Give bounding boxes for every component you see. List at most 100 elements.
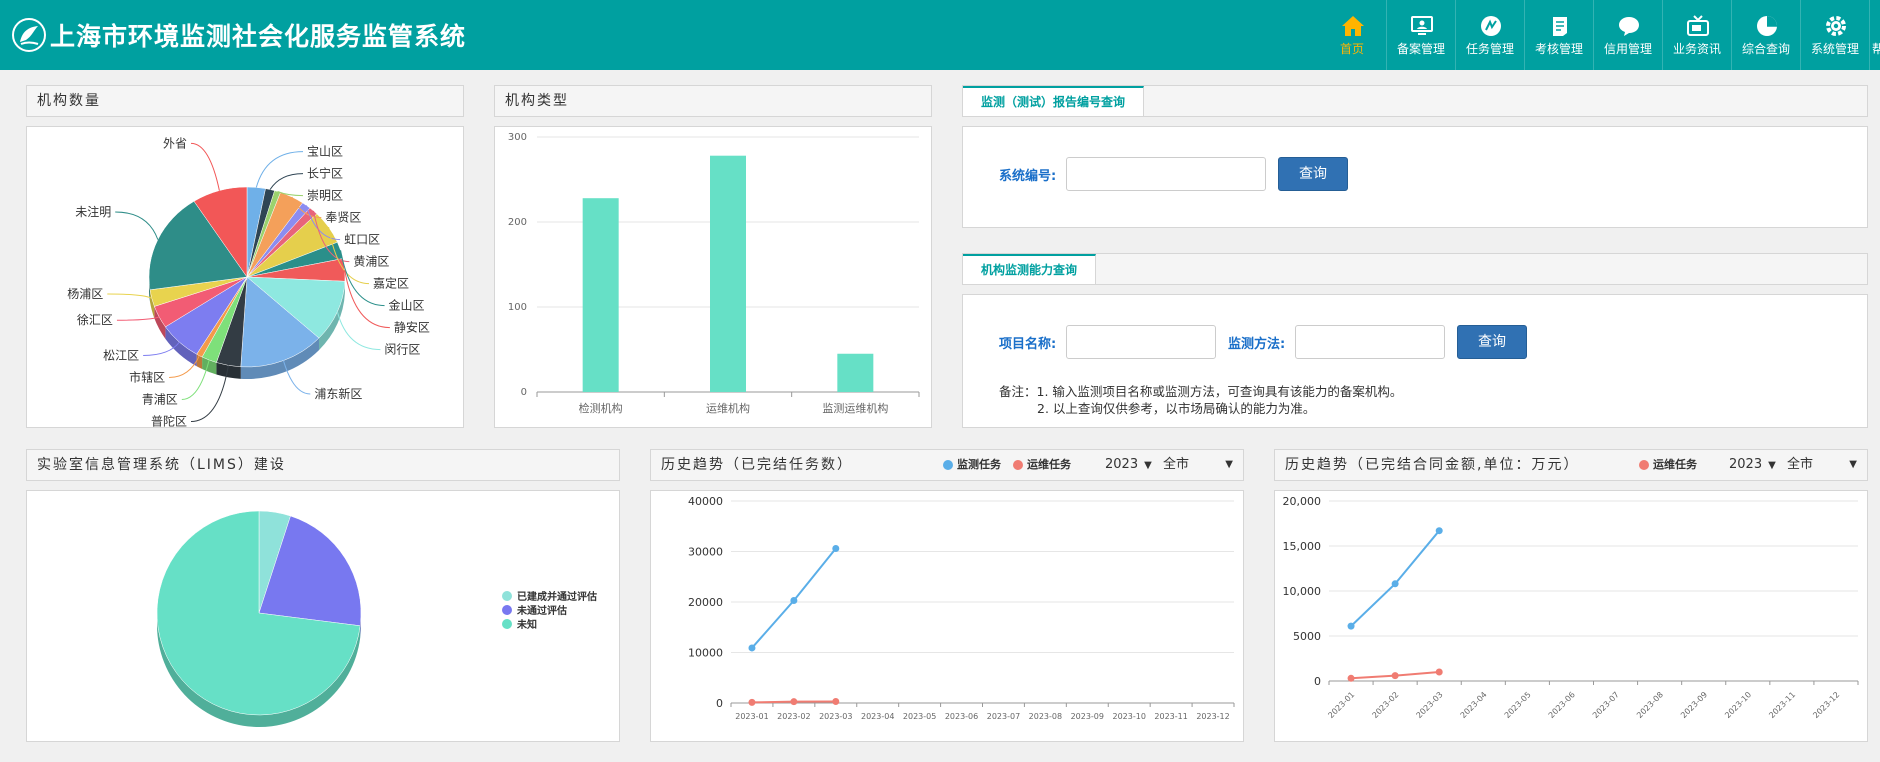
- line-xtick-label: 2023-05: [1503, 690, 1533, 720]
- pie-label-黄浦区: 黄浦区: [353, 255, 389, 269]
- bar-运维机构[interactable]: [710, 155, 746, 392]
- line-point-0-0[interactable]: [748, 644, 756, 652]
- line-xtick-label: 2023-01: [735, 712, 768, 721]
- trend-amount-panel: 0 5000 10,000 15,000 20,000 2023-01 2023-02 202…: [1274, 490, 1868, 742]
- line-point-0-2[interactable]: [1435, 668, 1443, 676]
- trend-tasks-region-select[interactable]: 全市 ▼: [1163, 450, 1233, 480]
- nav-task-label: 任务管理: [1465, 42, 1514, 56]
- note-line-1: 备注：1. 输入监测项目名称或监测方法，可查询具有该能力的备案机构。: [999, 384, 1403, 399]
- org-type-bar-chart: 0 100 200 300 检测机构 运维机构 监测运维机构: [508, 132, 920, 415]
- org-type-panel: 0 100 200 300 检测机构 运维机构 监测运维机构: [494, 126, 932, 428]
- pie-label-长宁区: 长宁区: [307, 166, 343, 181]
- nav-credit[interactable]: 信用管理: [1594, 0, 1663, 70]
- bar-检测机构[interactable]: [582, 198, 619, 392]
- line-xtick-label: 2023-12: [1811, 690, 1841, 720]
- bar-category-label: 检测机构: [579, 401, 623, 415]
- chevron-down-icon: ▼: [1849, 459, 1857, 470]
- pie-label-嘉定区: 嘉定区: [373, 276, 409, 291]
- bar-监测运维机构[interactable]: [837, 353, 874, 392]
- line-point-1-2[interactable]: [1435, 527, 1443, 535]
- org-count-pie-chart: 宝山区长宁区崇明区奉贤区虹口区黄浦区嘉定区金山区静安区闵行区浦东新区 外省未注明杨…: [67, 136, 430, 428]
- line-point-0-1[interactable]: [1391, 672, 1399, 680]
- line-point-0-1[interactable]: [790, 596, 798, 604]
- pie-label-外省: 外省: [163, 136, 187, 150]
- bar-category-label: 运维机构: [706, 401, 750, 415]
- pie-label-杨浦区: 杨浦区: [67, 286, 103, 301]
- lims-legend-label-未知[interactable]: 未知: [516, 618, 537, 631]
- monitor-icon: [1411, 16, 1433, 35]
- line-xtick-label: 2023-08: [1635, 690, 1665, 720]
- line-xtick-label: 2023-07: [1591, 690, 1621, 720]
- pie-leader-未注明: [115, 211, 159, 240]
- nav-help[interactable]: ? 帮助: [1870, 0, 1880, 70]
- gear-icon: [1826, 16, 1846, 36]
- report-query-button[interactable]: 查询: [1278, 157, 1348, 191]
- system-number-input[interactable]: [1066, 157, 1266, 191]
- line-point-0-2[interactable]: [832, 544, 840, 552]
- nav-news[interactable]: 业务资讯: [1663, 0, 1732, 70]
- report-query-panel: 系统编号: 查询: [962, 126, 1868, 228]
- assessment-icon: [1553, 17, 1567, 36]
- monitor-method-input[interactable]: [1295, 325, 1445, 359]
- bar-ytick-label: 0: [521, 387, 527, 398]
- legend-ops-dot: [1013, 460, 1023, 470]
- line-xtick-label: 2023-10: [1723, 690, 1753, 720]
- line-point-1-0[interactable]: [1347, 622, 1355, 630]
- org-type-title: 机构类型: [494, 85, 932, 117]
- line-xtick-label: 2023-03: [1415, 690, 1445, 720]
- line-ytick-label: 0: [1314, 675, 1321, 688]
- pie-label-青浦区: 青浦区: [142, 392, 178, 406]
- trend-amount-titlebar: 历史趋势（已完结合同金额,单位：万元） 运维任务 2023 ▼ 全市 ▼: [1274, 449, 1868, 481]
- trend-tasks-year-select[interactable]: 2023 ▼: [1105, 450, 1152, 481]
- line-ytick-label: 20,000: [1283, 495, 1322, 508]
- item-name-input[interactable]: [1066, 325, 1216, 359]
- line-point-1-1[interactable]: [1391, 580, 1399, 588]
- trend-amount-year: 2023: [1729, 457, 1763, 472]
- nav-help-label: 帮助: [1872, 40, 1880, 57]
- nav-home[interactable]: 首页: [1318, 0, 1387, 70]
- line-xtick-label: 2023-02: [777, 712, 810, 721]
- pie-label-闵行区: 闵行区: [384, 342, 420, 357]
- trend-amount-region-select[interactable]: 全市 ▼: [1787, 450, 1857, 480]
- line-xtick-label: 2023-03: [819, 712, 852, 721]
- trend-tasks-region: 全市: [1163, 457, 1190, 472]
- legend-ops-label[interactable]: 运维任务: [1027, 450, 1071, 480]
- pie-label-未注明: 未注明: [75, 204, 111, 219]
- line-xtick-label: 2023-11: [1767, 690, 1797, 720]
- nav-query[interactable]: 综合查询: [1732, 0, 1801, 70]
- lims-legend-label-未通过评估[interactable]: 未通过评估: [516, 604, 567, 617]
- line-ytick-label: 15,000: [1283, 540, 1322, 553]
- bar-category-label: 监测运维机构: [822, 401, 888, 415]
- line-point-0-0[interactable]: [1347, 674, 1355, 682]
- lims-legend-dot-未知: [502, 619, 512, 629]
- tab-capability-query[interactable]: 机构监测能力查询: [963, 254, 1097, 284]
- nav-filing[interactable]: 备案管理: [1387, 0, 1456, 70]
- credit-icon: [1619, 17, 1639, 36]
- lims-panel: 已建成并通过评估 未通过评估 未知: [26, 490, 620, 742]
- tab-report-query[interactable]: 监测（测试）报告编号查询: [963, 86, 1145, 116]
- trend-tasks-year: 2023: [1105, 457, 1139, 472]
- legend-ops-label[interactable]: 运维任务: [1653, 450, 1697, 480]
- line-point-1-0[interactable]: [748, 698, 756, 706]
- lims-legend-label-已建成并通过评估[interactable]: 已建成并通过评估: [517, 590, 597, 603]
- pie-leader-杨浦区: [107, 293, 152, 299]
- capability-query-panel: 项目名称: 监测方法: 查询 备注：1. 输入监测项目名称或监测方法，可查询具有…: [962, 294, 1868, 428]
- legend-monitor-label[interactable]: 监测任务: [957, 450, 1001, 480]
- pie-label-金山区: 金山区: [389, 298, 425, 313]
- pie-label-普陀区: 普陀区: [151, 413, 187, 428]
- capability-query-button[interactable]: 查询: [1457, 325, 1527, 359]
- line-ytick-label: 0: [716, 697, 723, 710]
- line-xtick-label: 2023-06: [945, 712, 978, 721]
- nav-news-label: 业务资讯: [1672, 42, 1721, 56]
- nav-system[interactable]: 系统管理: [1801, 0, 1870, 70]
- nav-assessment[interactable]: 考核管理: [1525, 0, 1594, 70]
- trend-amount-year-select[interactable]: 2023 ▼: [1729, 450, 1776, 481]
- line-point-1-2[interactable]: [832, 697, 840, 705]
- chevron-down-icon: ▼: [1768, 460, 1776, 471]
- line-xtick-label: 2023-08: [1029, 712, 1062, 721]
- lims-legend-dot-已建成并通过评估: [502, 591, 512, 601]
- pie-label-奉贤区: 奉贤区: [325, 211, 361, 225]
- lims-title: 实验室信息管理系统（LIMS）建设: [26, 449, 620, 481]
- nav-task[interactable]: 任务管理: [1456, 0, 1525, 70]
- line-point-1-1[interactable]: [790, 698, 798, 706]
